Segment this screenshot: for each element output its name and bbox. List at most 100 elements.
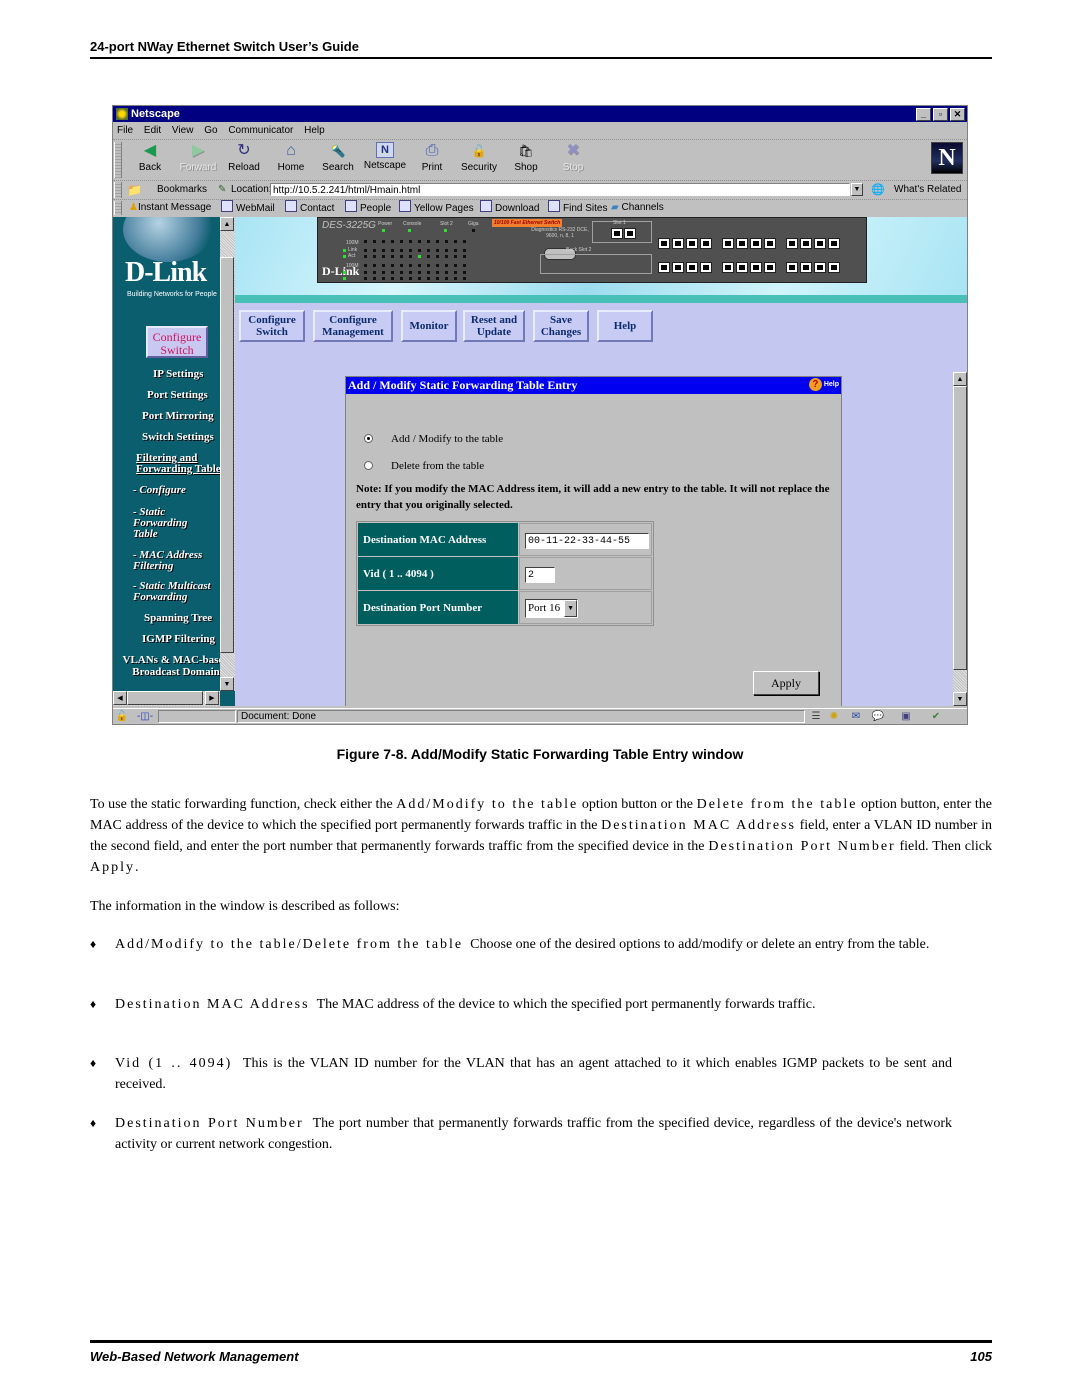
ethernet-port-icon[interactable] <box>686 262 698 273</box>
option-add-modify[interactable]: Add / Modify to the table <box>364 433 503 445</box>
delete-radio[interactable] <box>364 461 373 470</box>
component-bar-grip-icon[interactable]: ☰ <box>809 710 823 723</box>
url-input[interactable]: http://10.5.2.241/html/Hmain.html <box>270 183 850 196</box>
sidebar-item-filtering-forwarding-table[interactable]: Filtering and Forwarding Table <box>136 453 222 475</box>
menu-communicator[interactable]: Communicator <box>228 125 293 136</box>
configure-switch-section-button[interactable]: Configure Switch <box>146 326 208 358</box>
menu-help[interactable]: Help <box>304 125 325 136</box>
home-button[interactable]: ⌂ Home <box>268 142 314 173</box>
chevron-down-icon[interactable]: ▼ <box>564 599 578 617</box>
ethernet-port-icon[interactable] <box>686 238 698 249</box>
bookmarks-button[interactable]: Bookmarks <box>157 181 207 199</box>
menu-file[interactable]: File <box>117 125 133 136</box>
nav-help[interactable]: Help <box>597 310 653 342</box>
security-button[interactable]: 🔓 Security <box>456 142 502 173</box>
scroll-thumb[interactable] <box>953 386 967 670</box>
ethernet-port-icon[interactable] <box>700 238 712 249</box>
toolbar-grip[interactable] <box>114 201 122 215</box>
menu-go[interactable]: Go <box>204 125 217 136</box>
scroll-down-arrow-icon[interactable]: ▼ <box>220 677 234 691</box>
scroll-right-arrow-icon[interactable]: ▶ <box>205 691 219 705</box>
ethernet-port-icon[interactable] <box>750 262 762 273</box>
menu-view[interactable]: View <box>172 125 194 136</box>
print-button[interactable]: ⎙ Print <box>409 142 455 173</box>
nav-configure-management[interactable]: Configure Management <box>313 310 393 342</box>
menu-edit[interactable]: Edit <box>144 125 161 136</box>
scroll-up-arrow-icon[interactable]: ▲ <box>953 372 967 386</box>
sidebar-item-static-multicast-forwarding[interactable]: - Static Multicast Forwarding <box>133 581 233 603</box>
ethernet-port-icon[interactable] <box>658 238 670 249</box>
ethernet-port-icon[interactable] <box>800 238 812 249</box>
port-number-select[interactable]: Port 16 ▼ <box>525 598 579 618</box>
toolbar-grip[interactable] <box>114 142 122 178</box>
ethernet-port-icon[interactable] <box>786 262 798 273</box>
sidebar-item-igmp-filtering[interactable]: IGMP Filtering <box>142 634 215 645</box>
sidebar-item-spanning-tree[interactable]: Spanning Tree <box>144 613 212 624</box>
ethernet-port-icon[interactable] <box>750 238 762 249</box>
sidebar-item-static-forwarding-table[interactable]: - Static Forwarding Table <box>133 507 203 540</box>
nav-configure-switch[interactable]: Configure Switch <box>239 310 305 342</box>
netscape-logo[interactable]: N <box>931 142 963 174</box>
composer-icon[interactable]: ▣ <box>899 710 913 723</box>
netscape-button[interactable]: N Netscape <box>362 142 408 171</box>
minimize-button[interactable]: _ <box>916 108 931 121</box>
shop-button[interactable]: 🛍 Shop <box>503 142 549 173</box>
reload-button[interactable]: ↻ Reload <box>221 142 267 173</box>
ethernet-port-icon[interactable] <box>800 262 812 273</box>
ethernet-port-icon[interactable] <box>828 238 840 249</box>
mac-address-input[interactable]: 00-11-22-33-44-55 <box>525 533 649 549</box>
forward-button[interactable]: ▶ Forward <box>175 142 221 173</box>
whats-related-button[interactable]: What's Related <box>894 181 962 199</box>
main-frame-vertical-scrollbar[interactable]: ▲ ▼ <box>953 372 967 706</box>
ethernet-port-icon[interactable] <box>736 262 748 273</box>
contact-button[interactable]: Contact <box>285 200 334 217</box>
download-button[interactable]: Download <box>480 200 539 217</box>
scroll-down-arrow-icon[interactable]: ▼ <box>953 692 967 706</box>
ethernet-port-icon[interactable] <box>736 238 748 249</box>
find-sites-button[interactable]: Find Sites <box>548 200 607 217</box>
scroll-up-arrow-icon[interactable]: ▲ <box>220 217 234 231</box>
help-link[interactable]: ? Help <box>808 378 839 392</box>
ethernet-port-icon[interactable] <box>828 262 840 273</box>
ethernet-port-icon[interactable] <box>700 262 712 273</box>
ethernet-port-icon[interactable] <box>764 262 776 273</box>
left-frame-horizontal-scrollbar[interactable]: ◀ ▶ <box>113 691 220 706</box>
sidebar-item-configure[interactable]: - Configure <box>133 485 186 496</box>
port-icon[interactable] <box>611 228 623 239</box>
sidebar-item-mac-address-filtering[interactable]: - MAC Address Filtering <box>133 550 213 572</box>
vid-input[interactable]: 2 <box>525 567 555 583</box>
people-button[interactable]: People <box>345 200 391 217</box>
security-lock-icon[interactable]: 🔓 <box>115 710 129 723</box>
ethernet-port-icon[interactable] <box>814 262 826 273</box>
instant-message-button[interactable]: ♟Instant Message <box>129 200 211 216</box>
sidebar-item-port-mirroring[interactable]: Port Mirroring <box>142 411 214 422</box>
search-button[interactable]: 🔦 Search <box>315 142 361 173</box>
sidebar-item-vlans[interactable]: VLANs & MAC-based Broadcast Domain <box>121 654 231 678</box>
close-button[interactable]: ✕ <box>950 108 965 121</box>
sidebar-item-switch-settings[interactable]: Switch Settings <box>142 432 214 443</box>
ethernet-port-icon[interactable] <box>786 238 798 249</box>
mail-icon[interactable]: ✉ <box>849 710 863 723</box>
add-modify-radio[interactable] <box>364 434 373 443</box>
sidebar-item-ip-settings[interactable]: IP Settings <box>153 369 203 380</box>
toolbar-grip[interactable] <box>114 182 122 198</box>
ethernet-port-icon[interactable] <box>658 262 670 273</box>
scroll-left-arrow-icon[interactable]: ◀ <box>113 691 127 705</box>
ethernet-port-icon[interactable] <box>722 262 734 273</box>
stop-button[interactable]: ✖ Stop <box>550 142 596 173</box>
ethernet-port-icon[interactable] <box>672 262 684 273</box>
nav-save-changes[interactable]: Save Changes <box>533 310 589 342</box>
port-icon[interactable] <box>624 228 636 239</box>
navigator-icon[interactable]: ✺ <box>827 710 841 723</box>
webmail-button[interactable]: WebMail <box>221 200 275 217</box>
ethernet-port-icon[interactable] <box>722 238 734 249</box>
scroll-thumb[interactable] <box>127 691 203 705</box>
ethernet-port-icon[interactable] <box>672 238 684 249</box>
ethernet-port-icon[interactable] <box>814 238 826 249</box>
nav-monitor[interactable]: Monitor <box>401 310 457 342</box>
nav-reset-and-update[interactable]: Reset and Update <box>463 310 525 342</box>
discussion-icon[interactable]: 💬 <box>871 710 885 723</box>
apply-button[interactable]: Apply <box>753 671 819 695</box>
maximize-button[interactable]: ▫ <box>933 108 948 121</box>
channels-button[interactable]: ▰ Channels <box>611 200 664 216</box>
